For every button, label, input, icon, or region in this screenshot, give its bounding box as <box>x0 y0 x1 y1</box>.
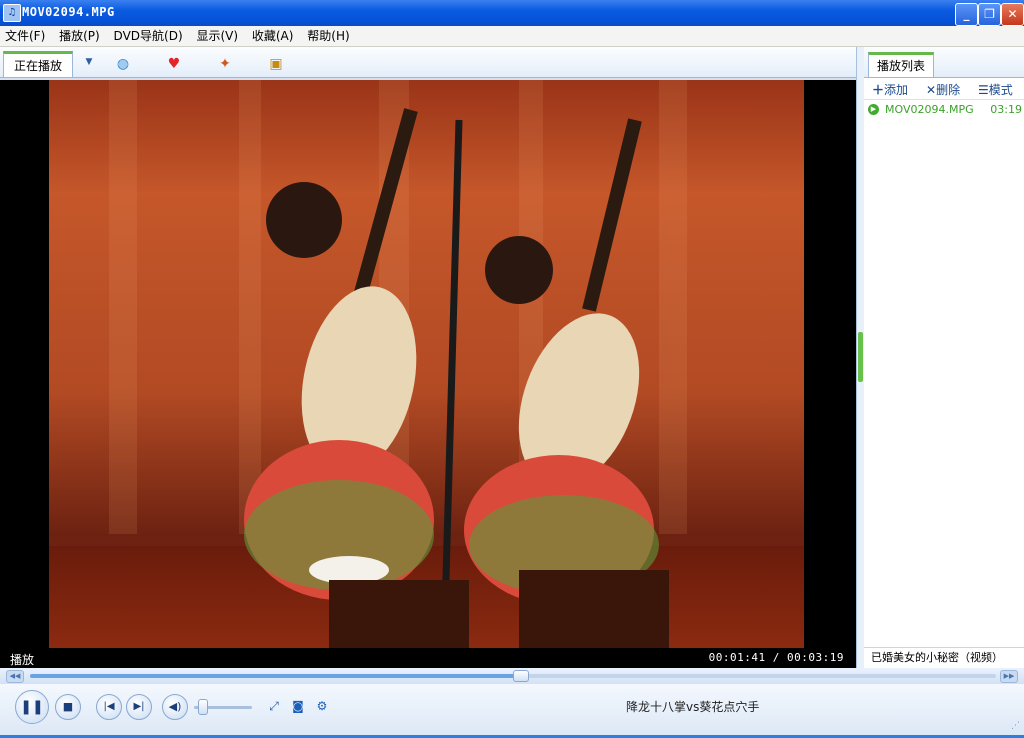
video-frame <box>49 80 804 648</box>
volume-icon[interactable]: ◀) <box>162 694 188 720</box>
plus-icon: ＋ <box>872 83 885 97</box>
window-title: MOV02094.MPG <box>22 5 115 19</box>
playlist-item-name: MOV02094.MPG <box>885 103 974 116</box>
minimize-button[interactable]: _ <box>955 3 978 26</box>
menu-help[interactable]: 帮助(H) <box>302 26 354 46</box>
add-button[interactable]: ＋添加 <box>872 81 908 98</box>
fullscreen-icon[interactable]: ⤢ <box>267 699 281 713</box>
now-playing-title: 降龙十八掌vs葵花点穴手 <box>626 700 760 714</box>
tab-now-playing[interactable]: 正在播放 <box>3 51 73 77</box>
seek-bar[interactable]: ◀◀ ▶▶ <box>0 668 1024 684</box>
seek-progress <box>30 674 520 678</box>
playback-state: 播放 <box>10 653 35 667</box>
next-button[interactable]: ▶| <box>126 694 152 720</box>
add-label: 添加 <box>884 83 909 97</box>
delete-label: 删除 <box>936 83 961 97</box>
playlist-panel: 播放列表 ＋添加 ✕删除 ☰模式 ▶ MOV02094.MPG 03:19 已婚… <box>864 47 1024 668</box>
playlist-toolbar: ＋添加 ✕删除 ☰模式 <box>864 79 1024 100</box>
previous-button[interactable]: |◀ <box>96 694 122 720</box>
tab-playlist[interactable]: 播放列表 <box>868 52 934 77</box>
video-display[interactable] <box>0 80 856 648</box>
menu-play[interactable]: 播放(P) <box>54 26 105 46</box>
playlist-tab-bar: 播放列表 <box>864 47 1024 78</box>
menu-view[interactable]: 显示(V) <box>191 26 243 46</box>
control-bar: ❚❚ ■ |◀ ▶| ◀) ⤢ ◙ ⚙ 降龙十八掌vs葵花点穴手 ⋰ <box>0 684 1024 738</box>
screenshot-icon[interactable]: ◙ <box>291 699 305 713</box>
playback-status-bar: 播放 00:01:41 / 00:03:19 <box>0 648 856 668</box>
delete-button[interactable]: ✕删除 <box>926 81 960 98</box>
pause-button[interactable]: ❚❚ <box>15 690 49 724</box>
splitter-grip[interactable] <box>858 332 863 382</box>
menu-file[interactable]: 文件(F) <box>0 26 50 46</box>
app-icon: ♫ <box>3 4 21 22</box>
time-display: 00:01:41 / 00:03:19 <box>708 651 844 664</box>
playlist-item[interactable]: ▶ MOV02094.MPG 03:19 <box>868 103 1022 119</box>
mode-button[interactable]: ☰模式 <box>978 81 1013 98</box>
seek-track[interactable] <box>30 670 996 682</box>
settings-gear-icon[interactable]: ⚙ <box>315 699 329 713</box>
list-icon: ☰ <box>978 83 989 97</box>
main-tab-bar: 正在播放 ▼ ◍ ♥ ✦ ▣ <box>0 47 856 78</box>
seek-back-icon[interactable]: ◀◀ <box>6 670 24 683</box>
menu-favorites[interactable]: 收藏(A) <box>247 26 299 46</box>
menu-bar: 文件(F) 播放(P) DVD导航(D) 显示(V) 收藏(A) 帮助(H) <box>0 26 1024 47</box>
headphones-icon[interactable]: ◍ <box>114 55 132 73</box>
playlist-promo-link[interactable]: 已婚美女的小秘密（视频） <box>864 647 1024 668</box>
menu-dvd[interactable]: DVD导航(D) <box>109 26 188 46</box>
x-icon: ✕ <box>926 83 937 97</box>
game-icon[interactable]: ✦ <box>216 55 234 73</box>
stop-button[interactable]: ■ <box>55 694 81 720</box>
restore-button[interactable]: ❐ <box>978 3 1001 26</box>
performers-scene <box>244 108 669 648</box>
seek-forward-icon[interactable]: ▶▶ <box>1000 670 1018 683</box>
video-icon[interactable]: ▣ <box>267 55 285 73</box>
heart-icon[interactable]: ♥ <box>165 55 183 73</box>
seek-thumb[interactable] <box>512 670 529 682</box>
playing-icon: ▶ <box>868 104 879 115</box>
resize-grip-icon[interactable]: ⋰ <box>1011 721 1021 731</box>
tab-dropdown-icon[interactable]: ▼ <box>82 57 96 69</box>
title-bar: ♫ MOV02094.MPG _ ❐ ✕ <box>0 0 1024 26</box>
volume-thumb[interactable] <box>198 699 208 715</box>
playlist-item-duration: 03:19 <box>990 103 1022 116</box>
mode-label: 模式 <box>988 83 1013 97</box>
close-button[interactable]: ✕ <box>1001 3 1024 26</box>
